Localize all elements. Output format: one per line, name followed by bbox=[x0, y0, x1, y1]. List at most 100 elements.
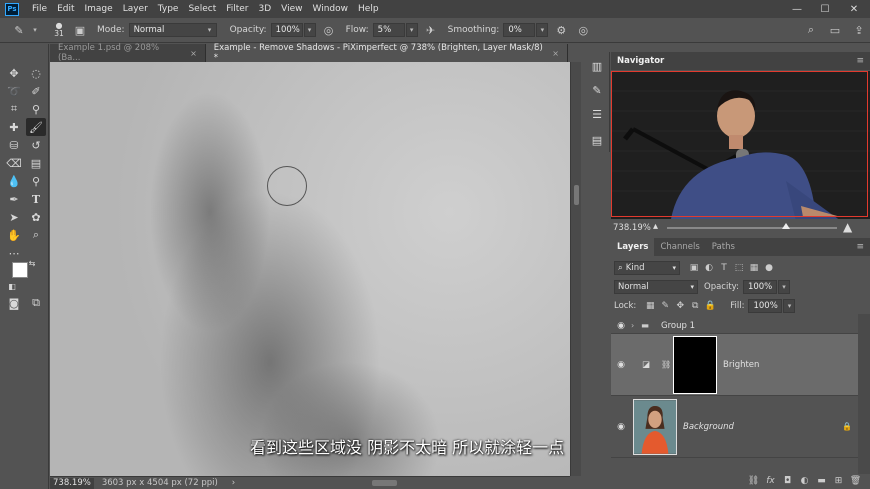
layer-opacity-dropdown[interactable]: ▾ bbox=[777, 279, 790, 294]
clone-stamp-tool-icon[interactable]: ⛁ bbox=[4, 136, 24, 154]
chevron-down-icon[interactable]: ▾ bbox=[29, 23, 41, 37]
fx-icon[interactable]: fx bbox=[762, 474, 779, 488]
adjustments-panel-icon[interactable]: ☰ bbox=[589, 106, 605, 122]
type-filter-icon[interactable]: T bbox=[718, 262, 730, 274]
kind-filter-select[interactable]: ⌕ Kind ▾ bbox=[614, 260, 680, 275]
gear-icon[interactable]: ⚙ bbox=[552, 21, 570, 39]
lasso-tool-icon[interactable]: ➰ bbox=[4, 82, 24, 100]
tab-channels[interactable]: Channels bbox=[654, 238, 705, 256]
scrollbar-thumb[interactable] bbox=[574, 185, 579, 205]
new-group-icon[interactable]: ▬ bbox=[813, 474, 830, 488]
layer-row[interactable]: ◉ ◪ ⛓ Brighten bbox=[611, 334, 858, 396]
pressure-opacity-icon[interactable]: ◎ bbox=[320, 21, 338, 39]
type-tool-icon[interactable]: T bbox=[26, 190, 46, 208]
eye-icon[interactable]: ◉ bbox=[611, 422, 631, 432]
fill-dropdown[interactable]: ▾ bbox=[783, 298, 796, 313]
lock-all-icon[interactable]: 🔒 bbox=[704, 300, 716, 312]
menu-window[interactable]: Window bbox=[308, 4, 354, 14]
history-panel-icon[interactable]: ▥ bbox=[589, 58, 605, 74]
adjustment-filter-icon[interactable]: ◐ bbox=[703, 262, 715, 274]
info-panel-icon[interactable]: ▤ bbox=[589, 132, 605, 148]
hand-tool-icon[interactable]: ✋ bbox=[4, 226, 24, 244]
menu-3d[interactable]: 3D bbox=[254, 4, 277, 14]
layer-thumbnail[interactable] bbox=[633, 398, 677, 455]
layers-scrollbar[interactable] bbox=[858, 314, 870, 474]
layer-mask-thumbnail[interactable] bbox=[673, 335, 717, 394]
menu-help[interactable]: Help bbox=[353, 4, 384, 14]
menu-layer[interactable]: Layer bbox=[118, 4, 153, 14]
edit-toolbar-icon[interactable]: ⋯ bbox=[4, 244, 24, 262]
panel-menu-icon[interactable]: ≡ bbox=[856, 56, 864, 66]
menu-file[interactable]: File bbox=[27, 4, 52, 14]
menu-type[interactable]: Type bbox=[153, 4, 184, 14]
quick-mask-icon[interactable]: ◙ bbox=[4, 294, 24, 312]
gradient-tool-icon[interactable]: ▤ bbox=[26, 154, 46, 172]
move-tool-icon[interactable]: ✥ bbox=[4, 64, 24, 82]
eyedropper-tool-icon[interactable]: ⚲ bbox=[26, 100, 46, 118]
custom-shape-tool-icon[interactable]: ✿ bbox=[26, 208, 46, 226]
trash-icon[interactable]: 🗑 bbox=[847, 474, 864, 488]
blur-tool-icon[interactable]: 💧 bbox=[4, 172, 24, 190]
healing-brush-tool-icon[interactable]: ✚ bbox=[4, 118, 24, 136]
brush-settings-icon[interactable]: ▣ bbox=[71, 21, 89, 39]
horizontal-scrollbar[interactable] bbox=[225, 479, 565, 487]
link-icon[interactable]: ⛓ bbox=[661, 360, 673, 369]
add-mask-icon[interactable]: ◘ bbox=[779, 474, 796, 488]
navigator-preview[interactable] bbox=[611, 71, 870, 219]
layer-row[interactable]: ◉ › ▬ Group 1 bbox=[611, 318, 858, 334]
slider-knob[interactable] bbox=[782, 223, 790, 229]
pen-tool-icon[interactable]: ✒ bbox=[4, 190, 24, 208]
zoom-in-icon[interactable]: ▲ bbox=[843, 220, 852, 234]
share-icon[interactable]: ⇪ bbox=[850, 21, 868, 39]
lock-artboard-icon[interactable]: ⧉ bbox=[689, 300, 701, 312]
scrollbar-thumb[interactable] bbox=[372, 480, 397, 486]
brush-tool-preset-icon[interactable]: ✎ bbox=[10, 21, 28, 39]
zoom-out-icon[interactable]: ▴ bbox=[653, 221, 658, 232]
menu-image[interactable]: Image bbox=[80, 4, 118, 14]
history-brush-tool-icon[interactable]: ↺ bbox=[26, 136, 46, 154]
airbrush-icon[interactable]: ✈ bbox=[422, 21, 440, 39]
pixel-filter-icon[interactable]: ▣ bbox=[688, 262, 700, 274]
brush-size-picker[interactable]: ● 31 bbox=[51, 22, 67, 39]
shape-filter-icon[interactable]: ⬚ bbox=[733, 262, 745, 274]
flow-dropdown[interactable]: ▾ bbox=[405, 23, 418, 37]
default-colors-icon[interactable]: ◧ bbox=[6, 280, 18, 292]
opacity-dropdown[interactable]: ▾ bbox=[303, 23, 316, 37]
new-layer-icon[interactable]: ⊞ bbox=[830, 474, 847, 488]
navigator-view-box[interactable] bbox=[611, 71, 868, 217]
blend-mode-select[interactable]: Normal ▾ bbox=[614, 279, 698, 294]
eye-icon[interactable]: ◉ bbox=[611, 360, 631, 370]
tab-layers[interactable]: Layers bbox=[611, 238, 655, 256]
filter-toggle-icon[interactable]: ● bbox=[763, 262, 775, 274]
search-icon[interactable]: ⌕ bbox=[802, 21, 820, 39]
eraser-tool-icon[interactable]: ⌫ bbox=[4, 154, 24, 172]
tab-paths[interactable]: Paths bbox=[706, 238, 741, 256]
fill-field[interactable]: 100% bbox=[748, 298, 783, 313]
marquee-tool-icon[interactable]: ◌ bbox=[26, 64, 46, 82]
workspace-icon[interactable]: ▭ bbox=[826, 21, 844, 39]
lock-pixels-icon[interactable]: ✎ bbox=[659, 300, 671, 312]
link-layers-icon[interactable]: ⛓ bbox=[745, 474, 762, 488]
brush-tool-icon[interactable]: 🖌 bbox=[26, 118, 46, 136]
maximize-button[interactable]: ☐ bbox=[813, 0, 837, 18]
screen-mode-icon[interactable]: ⧉ bbox=[26, 294, 46, 312]
chevron-right-icon[interactable]: › bbox=[631, 321, 641, 330]
tab-remove-shadows[interactable]: Example - Remove Shadows - PiXimperfect … bbox=[205, 43, 568, 63]
layer-opacity-field[interactable]: 100% bbox=[742, 279, 777, 294]
navigator-zoom-slider[interactable] bbox=[667, 223, 837, 229]
vertical-scrollbar[interactable] bbox=[570, 62, 581, 476]
navigator-zoom-value[interactable]: 738.19% bbox=[613, 223, 651, 233]
eye-icon[interactable]: ◉ bbox=[611, 321, 631, 331]
pressure-size-icon[interactable]: ◎ bbox=[574, 21, 592, 39]
document-canvas[interactable]: 看到这些区域没 阴影不太暗 所以就涂轻一点 bbox=[50, 62, 570, 476]
crop-tool-icon[interactable]: ⌗ bbox=[4, 100, 24, 118]
zoom-tool-icon[interactable]: ⌕ bbox=[26, 226, 46, 244]
smoothing-dropdown[interactable]: ▾ bbox=[536, 23, 549, 37]
path-select-tool-icon[interactable]: ➤ bbox=[4, 208, 24, 226]
dodge-tool-icon[interactable]: ⚲ bbox=[26, 172, 46, 190]
zoom-level[interactable]: 738.19% bbox=[50, 477, 94, 489]
menu-view[interactable]: View bbox=[276, 4, 307, 14]
smoothing-field[interactable]: 0% bbox=[503, 23, 536, 37]
layer-row[interactable]: ◉ Background 🔒 bbox=[611, 396, 858, 458]
close-icon[interactable]: × bbox=[552, 49, 559, 58]
